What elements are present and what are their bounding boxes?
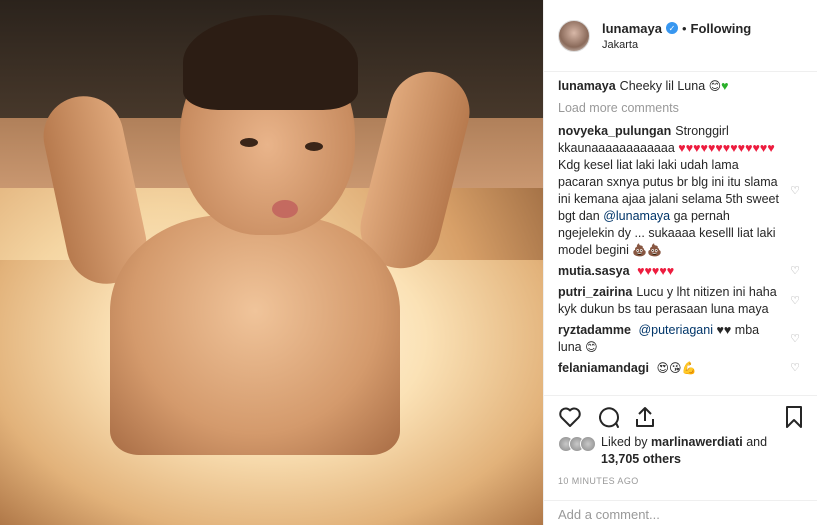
comment-text: felaniamandagi 😍😘💪 — [558, 360, 787, 377]
poop-emoji-icon: 💩💩 — [632, 243, 663, 257]
comment-item: mutia.sasya ♥♥♥♥♥ ♡ — [558, 263, 803, 280]
comment-text: mutia.sasya ♥♥♥♥♥ — [558, 263, 787, 280]
post-header: lunamaya ✓ • Following Jakarta — [544, 0, 817, 72]
comment-username[interactable]: putri_zairina — [558, 285, 632, 299]
comment-username[interactable]: mutia.sasya — [558, 264, 630, 278]
like-comment-heart-icon[interactable]: ♡ — [787, 123, 803, 259]
comment-text: putri_zairina Lucu y lht nitizen ini haha… — [558, 284, 787, 318]
heart-outline-icon[interactable] — [558, 403, 586, 431]
caption-body: Cheeky lil Luna — [619, 79, 706, 93]
username-link[interactable]: lunamaya — [602, 21, 662, 36]
like-comment-heart-icon[interactable]: ♡ — [787, 360, 803, 377]
post-actions: Liked by marlinawerdiati and 13,705 othe… — [544, 395, 817, 486]
action-icons-row — [558, 402, 804, 432]
timestamp[interactable]: 10 MINUTES AGO — [558, 476, 804, 486]
likes-prefix: Liked by — [601, 435, 648, 449]
caption-username[interactable]: lunamaya — [558, 79, 616, 93]
comment-item: novyeka_pulungan Stronggirl kkaunaaaaaaaa… — [558, 123, 803, 259]
header-info: lunamaya ✓ • Following Jakarta — [602, 21, 751, 51]
caption: lunamaya Cheeky lil Luna 😊♥ — [558, 78, 803, 95]
photo-child-body — [110, 215, 400, 455]
red-hearts-emoji-icon: ♥♥♥♥♥ — [637, 264, 675, 278]
post-viewer: lunamaya ✓ • Following Jakarta lunamaya C… — [0, 0, 817, 525]
liker-avatars — [558, 436, 596, 452]
smiling-face-emoji-icon: 😊 — [708, 79, 722, 93]
black-hearts-emoji-icon: ♥♥ — [716, 323, 732, 337]
comment-item: felaniamandagi 😍😘💪 ♡ — [558, 360, 803, 377]
likes-and: and — [746, 435, 768, 449]
post-sidebar: lunamaya ✓ • Following Jakarta lunamaya C… — [543, 0, 817, 525]
bookmark-icon[interactable] — [776, 403, 804, 431]
comment-bubble-icon[interactable] — [596, 403, 624, 431]
likes-count-link[interactable]: 13,705 others — [601, 452, 681, 466]
liker-avatar — [580, 436, 596, 452]
comment-username[interactable]: ryztadamme — [558, 323, 631, 337]
liker-username-link[interactable]: marlinawerdiati — [651, 435, 743, 449]
photo-mouth — [272, 200, 298, 218]
like-comment-heart-icon[interactable]: ♡ — [787, 263, 803, 280]
red-hearts-emoji-icon: ♥♥♥♥♥♥♥♥♥♥♥♥♥ — [678, 141, 775, 155]
comments-list: lunamaya Cheeky lil Luna 😊♥ Load more com… — [544, 72, 817, 385]
header-row: lunamaya ✓ • Following — [602, 21, 751, 36]
comment-item: putri_zairina Lucu y lht nitizen ini haha… — [558, 284, 803, 318]
comment-text: novyeka_pulungan Stronggirl kkaunaaaaaaaa… — [558, 123, 787, 259]
like-comment-heart-icon[interactable]: ♡ — [787, 284, 803, 318]
share-arrow-icon[interactable] — [634, 403, 662, 431]
face-emojis-icon: 😍😘💪 — [656, 361, 697, 375]
add-comment-input[interactable]: Add a comment... — [544, 500, 817, 525]
mention-link[interactable]: @puteriagani — [638, 323, 713, 337]
photo-child-hair — [183, 15, 358, 110]
mention-link[interactable]: @lunamaya — [603, 209, 670, 223]
following-button[interactable]: Following — [691, 21, 752, 36]
comment-item: ryztadamme @puteriagani ♥♥ mba luna 😊 ♡ — [558, 322, 803, 356]
like-comment-heart-icon[interactable]: ♡ — [787, 322, 803, 356]
smiling-face-emoji-icon: 😊 — [585, 340, 598, 354]
photo-eye-left — [240, 138, 258, 147]
load-more-comments-button[interactable]: Load more comments — [558, 101, 803, 115]
comment-username[interactable]: felaniamandagi — [558, 361, 649, 375]
separator-dot: • — [681, 20, 687, 36]
likes-text: Liked by marlinawerdiati and 13,705 othe… — [601, 434, 767, 468]
verified-badge-icon: ✓ — [665, 22, 678, 34]
comment-text: ryztadamme @puteriagani ♥♥ mba luna 😊 — [558, 322, 787, 356]
photo-eye-right — [305, 142, 323, 151]
location-link[interactable]: Jakarta — [602, 39, 751, 51]
avatar[interactable] — [558, 19, 590, 52]
post-photo[interactable] — [0, 0, 543, 525]
comment-username[interactable]: novyeka_pulungan — [558, 124, 671, 138]
green-heart-emoji-icon: ♥ — [721, 79, 729, 93]
likes-summary: Liked by marlinawerdiati and 13,705 othe… — [558, 434, 804, 468]
caption-text: lunamaya Cheeky lil Luna 😊♥ — [558, 78, 803, 95]
